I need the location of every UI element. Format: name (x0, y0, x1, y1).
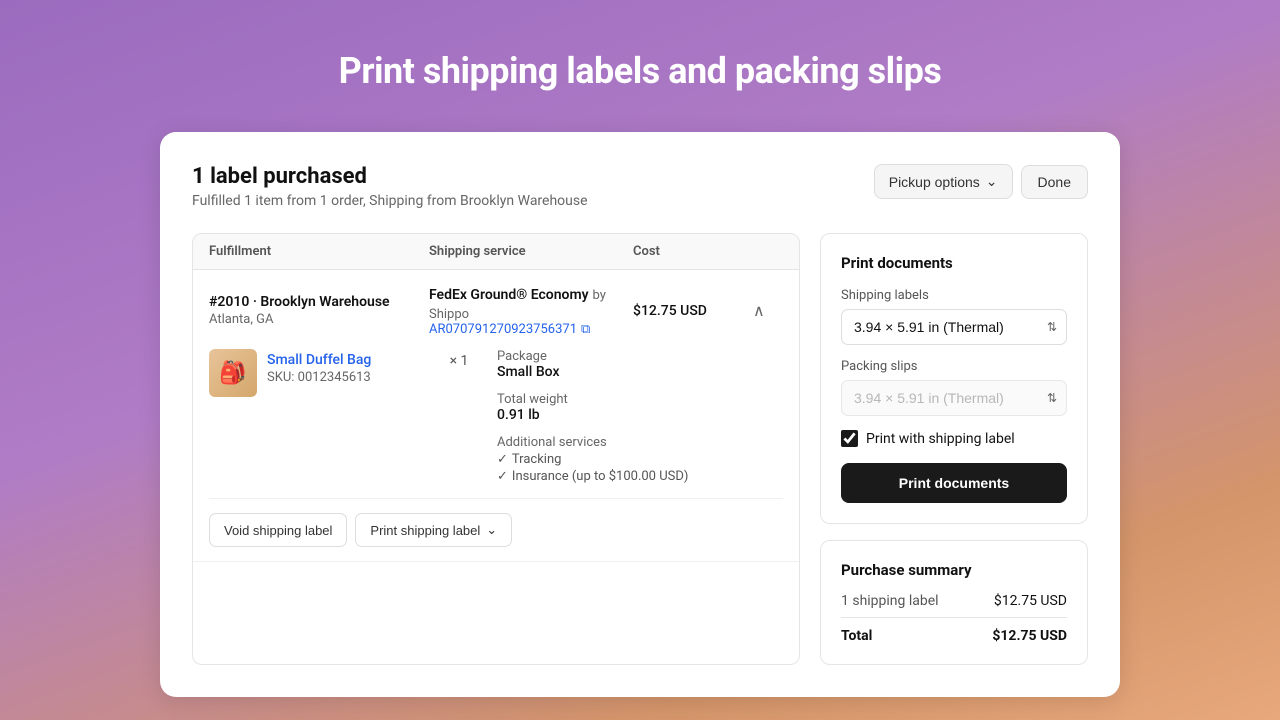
main-content: Fulfillment Shipping service Cost #2010 … (192, 233, 1088, 665)
fulfillment-name: #2010 · Brooklyn Warehouse (209, 294, 429, 310)
weight-value: 0.91 lb (497, 407, 783, 423)
col-expand (753, 244, 783, 259)
purchase-summary-card: Purchase summary 1 shipping label $12.75… (820, 540, 1088, 665)
shipping-service-col: FedEx Ground® Economy by Shippo AR070791… (429, 284, 633, 337)
print-label-text: Print shipping label (370, 523, 480, 538)
col-cost: Cost (633, 244, 753, 259)
item-name-link[interactable]: Small Duffel Bag (267, 352, 371, 368)
tracking-link[interactable]: AR070791270923756371 ⧉ (429, 322, 633, 337)
summary-shipping-row: 1 shipping label $12.75 USD (841, 593, 1067, 609)
summary-shipping-label: 1 shipping label (841, 593, 939, 609)
item-sku: SKU: 0012345613 (267, 370, 429, 385)
tracking-service: Tracking (512, 452, 562, 467)
pickup-options-label: Pickup options (889, 174, 980, 190)
additional-label: Additional services (497, 435, 783, 450)
print-with-label-row: Print with shipping label (841, 430, 1067, 447)
item-details: Small Duffel Bag SKU: 0012345613 (267, 349, 429, 385)
service-insurance: ✓ Insurance (up to $100.00 USD) (497, 469, 783, 484)
chevron-down-icon-print: ⌄ (486, 522, 497, 538)
item-left: 🎒 Small Duffel Bag SKU: 0012345613 (209, 349, 429, 397)
pickup-options-button[interactable]: Pickup options ⌄ (874, 164, 1013, 199)
check-icon-tracking: ✓ (497, 452, 508, 467)
chevron-down-icon: ⌄ (986, 173, 998, 190)
shipping-labels-select[interactable]: 3.94 × 5.91 in (Thermal) (841, 309, 1067, 345)
col-fulfillment: Fulfillment (209, 244, 429, 259)
summary-total-label: Total (841, 628, 872, 644)
fulfillment-table: Fulfillment Shipping service Cost #2010 … (192, 233, 800, 665)
print-with-label-label: Print with shipping label (866, 431, 1015, 447)
header-info: 1 label purchased Fulfilled 1 item from … (192, 164, 588, 209)
check-icon-insurance: ✓ (497, 469, 508, 484)
labels-purchased-title: 1 label purchased (192, 164, 588, 189)
print-shipping-label-button[interactable]: Print shipping label ⌄ (355, 513, 512, 547)
package-value: Small Box (497, 364, 783, 380)
print-documents-title: Print documents (841, 254, 1067, 272)
additional-services: Additional services ✓ Tracking ✓ Insuran… (497, 435, 783, 484)
page-title: Print shipping labels and packing slips (319, 0, 962, 132)
item-image: 🎒 (209, 349, 257, 397)
shipping-service-name: FedEx Ground® Economy by Shippo (429, 284, 633, 322)
summary-total-value: $12.75 USD (992, 628, 1067, 644)
copy-icon: ⧉ (581, 322, 590, 337)
tracking-number: AR070791270923756371 (429, 322, 577, 337)
right-panel: Print documents Shipping labels 3.94 × 5… (820, 233, 1088, 665)
summary-total-row: Total $12.75 USD (841, 617, 1067, 644)
header-actions: Pickup options ⌄ Done (874, 164, 1088, 199)
card-subtitle: Fulfilled 1 item from 1 order, Shipping … (192, 193, 588, 209)
print-documents-card: Print documents Shipping labels 3.94 × 5… (820, 233, 1088, 524)
done-button[interactable]: Done (1021, 165, 1088, 199)
weight-section: Total weight 0.91 lb (497, 392, 783, 423)
item-quantity: × 1 (429, 349, 489, 369)
cost-value: $12.75 USD (633, 303, 753, 319)
print-with-label-checkbox[interactable] (841, 430, 858, 447)
fulfillment-details: #2010 · Brooklyn Warehouse Atlanta, GA (209, 294, 429, 327)
service-tracking: ✓ Tracking (497, 452, 783, 467)
card-header: 1 label purchased Fulfilled 1 item from … (192, 164, 1088, 209)
fulfillment-location: Atlanta, GA (209, 312, 429, 327)
shipping-labels-label: Shipping labels (841, 288, 1067, 303)
expand-icon[interactable]: ∧ (753, 301, 783, 320)
item-row: 🎒 Small Duffel Bag SKU: 0012345613 × 1 P… (209, 349, 783, 484)
print-documents-button[interactable]: Print documents (841, 463, 1067, 503)
weight-label: Total weight (497, 392, 783, 407)
item-actions: Void shipping label Print shipping label… (209, 498, 783, 547)
packing-slips-select[interactable]: 3.94 × 5.91 in (Thermal) (841, 380, 1067, 416)
packing-slips-select-wrapper: 3.94 × 5.91 in (Thermal) ⇅ (841, 380, 1067, 416)
fulfillment-info: #2010 · Brooklyn Warehouse Atlanta, GA F… (209, 284, 783, 337)
packing-slips-label: Packing slips (841, 359, 1067, 374)
fulfillment-row: #2010 · Brooklyn Warehouse Atlanta, GA F… (193, 270, 799, 562)
package-section: Package Small Box (497, 349, 783, 380)
insurance-service: Insurance (up to $100.00 USD) (512, 469, 689, 484)
item-package-info: Package Small Box Total weight 0.91 lb A… (489, 349, 783, 484)
package-label: Package (497, 349, 783, 364)
void-shipping-label-button[interactable]: Void shipping label (209, 513, 347, 547)
shipping-labels-select-wrapper: 3.94 × 5.91 in (Thermal) ⇅ (841, 309, 1067, 345)
purchase-summary-title: Purchase summary (841, 561, 1067, 579)
table-header: Fulfillment Shipping service Cost (193, 234, 799, 270)
summary-shipping-value: $12.75 USD (994, 593, 1067, 609)
main-card: 1 label purchased Fulfilled 1 item from … (160, 132, 1120, 697)
col-shipping: Shipping service (429, 244, 633, 259)
fedex-service: FedEx Ground® Economy (429, 287, 589, 303)
